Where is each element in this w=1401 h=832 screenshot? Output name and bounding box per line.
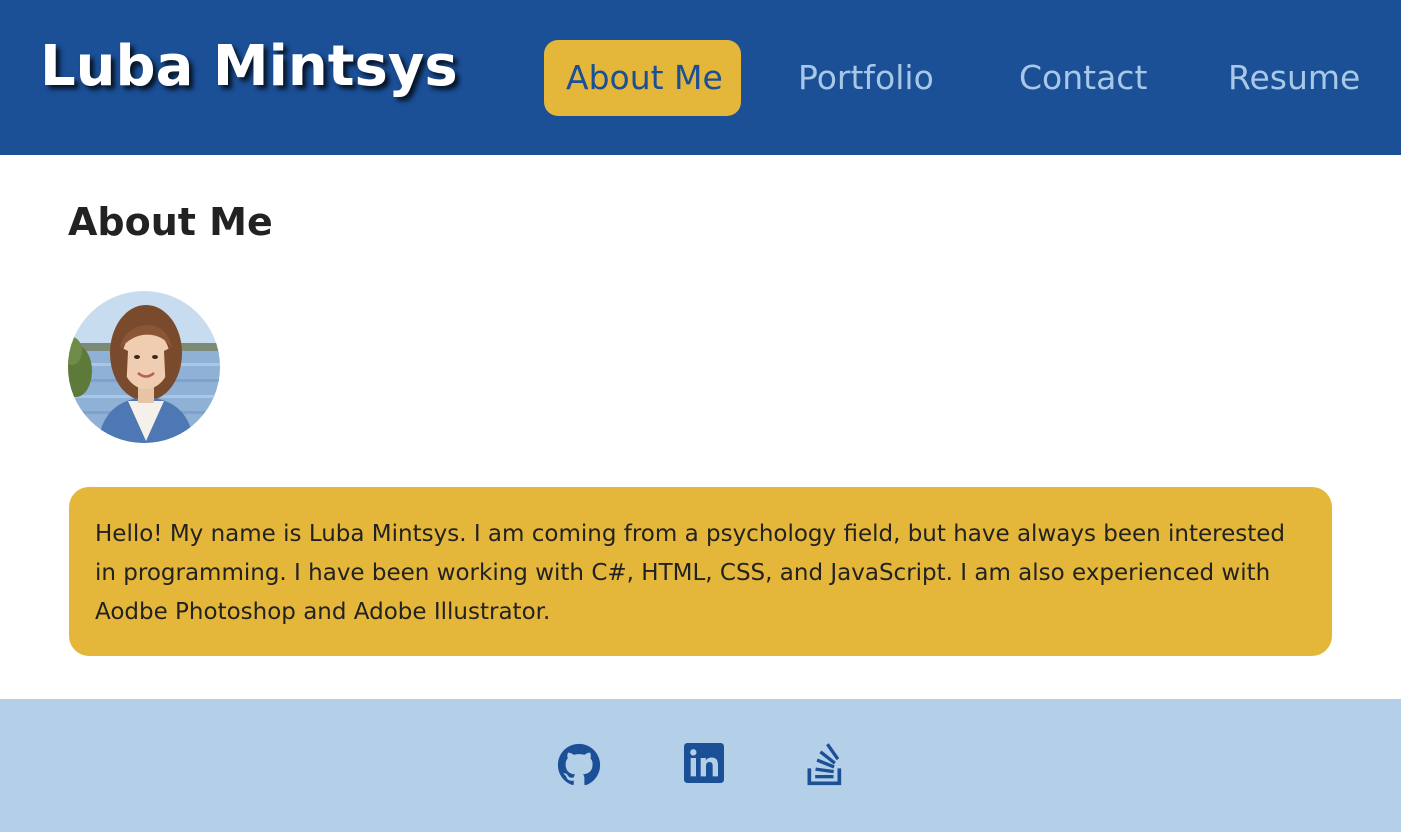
nav-contact[interactable]: Contact [1019,40,1147,116]
github-link[interactable] [557,743,601,787]
site-header: Luba Mintsys About Me Portfolio Contact … [0,0,1401,155]
site-title: Luba Mintsys [40,34,458,99]
stackoverflow-link[interactable] [806,743,850,787]
linkedin-link[interactable] [684,743,728,787]
nav-portfolio[interactable]: Portfolio [798,40,934,116]
avatar [68,291,220,443]
profile-photo [68,291,220,443]
bio-text: Hello! My name is Luba Mintsys. I am com… [95,521,1286,625]
github-icon [557,743,601,786]
linkedin-icon [684,743,724,783]
nav-resume[interactable]: Resume [1228,40,1360,116]
section-title: About Me [68,200,273,244]
bio-card: Hello! My name is Luba Mintsys. I am com… [69,487,1332,656]
stackoverflow-icon [807,743,842,786]
nav-about-me[interactable]: About Me [544,40,741,116]
